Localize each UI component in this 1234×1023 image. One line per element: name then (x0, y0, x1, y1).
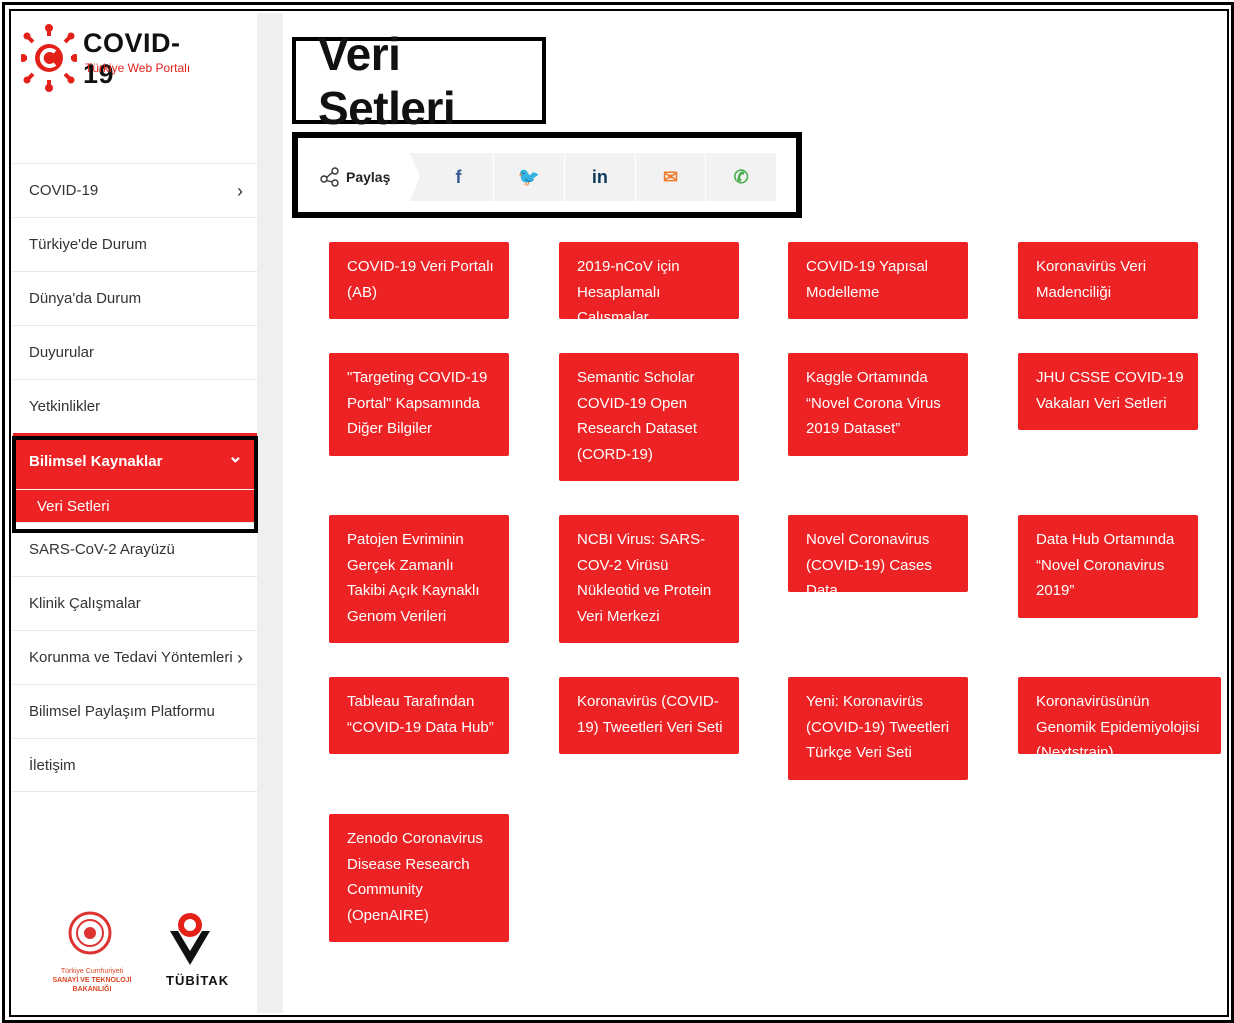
sidebar-item-label: Türkiye'de Durum (29, 236, 147, 253)
whatsapp-icon: ✆ (733, 166, 749, 187)
dataset-card-label: Zenodo Coronavirus Disease Research Comm… (347, 830, 483, 924)
dataset-card-label: Koronavirüs Veri Madenciliği (1036, 258, 1147, 301)
ministry-seal-icon (68, 911, 112, 955)
dataset-card-label: "Targeting COVID-19 Portal" Kapsamında D… (347, 369, 488, 437)
virus-logo-icon (21, 24, 77, 92)
sidebar-item-covid-19[interactable]: COVID-19 › (13, 163, 257, 217)
sidebar-item-turkiye-durum[interactable]: Türkiye'de Durum (13, 217, 257, 271)
dataset-card[interactable]: Novel Coronavirus (COVID-19) Cases Data (788, 515, 968, 599)
dataset-card-label: Novel Coronavirus (COVID-19) Cases Data (806, 531, 932, 599)
sidebar-item-label: Bilimsel Kaynaklar (29, 453, 163, 470)
share-label: Paylaş (306, 153, 421, 201)
dataset-card[interactable]: Koronavirüsünün Genomik Epidemiyolojisi … (1018, 677, 1221, 761)
tubitak-logo-icon (170, 913, 210, 965)
dataset-card-label: Koronavirüs (COVID-19) Tweetleri Veri Se… (577, 693, 723, 736)
dataset-card[interactable]: 2019-nCoV için Hesaplamalı Çalışmalar (559, 242, 739, 326)
dataset-card-label: 2019-nCoV için Hesaplamalı Çalışmalar (577, 258, 680, 326)
facebook-icon: f (455, 166, 462, 187)
dataset-card-label: Data Hub Ortamında “Novel Coronavirus 20… (1036, 531, 1175, 599)
dataset-card-label: COVID-19 Yapısal Modelleme (806, 258, 928, 301)
tubitak-label: TÜBİTAK (166, 973, 230, 988)
twitter-share-button[interactable]: 🐦 (493, 153, 564, 201)
dataset-card-label: COVID-19 Veri Portalı (AB) (347, 258, 494, 301)
whatsapp-share-button[interactable]: ✆ (705, 153, 776, 201)
share-bar: Paylaş f 🐦 in ✉ ✆ (306, 153, 776, 201)
sidebar-item-label: COVID-19 (29, 182, 99, 199)
sidebar-item-label: Klinik Çalışmalar (29, 595, 141, 612)
sidebar-item-sars-cov-2[interactable]: SARS-CoV-2 Arayüzü (13, 522, 257, 576)
twitter-icon: 🐦 (517, 166, 541, 187)
ministry-line1: Türkiye Cumhuriyeti (60, 968, 124, 975)
dataset-card[interactable]: Koronavirüs (COVID-19) Tweetleri Veri Se… (559, 677, 739, 754)
dataset-card[interactable]: "Targeting COVID-19 Portal" Kapsamında D… (329, 353, 509, 456)
email-share-button[interactable]: ✉ (634, 153, 706, 201)
share-icon (320, 167, 339, 187)
sidebar-item-dunya-durum[interactable]: Dünya'da Durum (13, 271, 257, 325)
sidebar-item-label: İletişim (29, 756, 76, 774)
sidebar-item-label: SARS-CoV-2 Arayüzü (29, 541, 175, 558)
site-logo[interactable]: COVID-19 Türkiye Web Portalı (21, 22, 211, 102)
dataset-card-label: Kaggle Ortamında “Novel Corona Virus 201… (806, 369, 941, 437)
sidebar-item-label: Bilimsel Paylaşım Platformu (29, 703, 215, 720)
sidebar-item-duyurular[interactable]: Duyurular (13, 325, 257, 379)
email-icon: ✉ (662, 166, 679, 187)
dataset-card[interactable]: Zenodo Coronavirus Disease Research Comm… (329, 814, 509, 942)
chevron-right-icon: › (237, 648, 243, 668)
sidebar-nav: COVID-19 › Türkiye'de Durum Dünya'da Dur… (13, 163, 257, 792)
dataset-card[interactable]: Patojen Evriminin Gerçek Zamanlı Takibi … (329, 515, 509, 643)
sidebar-item-bilimsel-kaynaklar[interactable]: Bilimsel Kaynaklar ⌄ (13, 433, 257, 489)
sidebar-item-label: Duyurular (29, 344, 95, 361)
logo-title: COVID-19 (83, 28, 181, 89)
dataset-card[interactable]: NCBI Virus: SARS-COV-2 Virüsü Nükleotid … (559, 515, 739, 643)
dataset-card[interactable]: COVID-19 Veri Portalı (AB) (329, 242, 509, 319)
ministry-label: Türkiye Cumhuriyeti SANAYİ VE TEKNOLOJİ … (34, 967, 150, 994)
sidebar-item-label: Veri Setleri (37, 497, 110, 515)
chevron-right-icon: › (237, 181, 243, 201)
sidebar-item-iletisim[interactable]: İletişim (13, 738, 257, 792)
sidebar-item-yetkinlikler[interactable]: Yetkinlikler (13, 379, 257, 433)
share-box: Paylaş f 🐦 in ✉ ✆ (292, 132, 802, 218)
sidebar-item-label: Yetkinlikler (29, 398, 101, 415)
dataset-card-label: JHU CSSE COVID-19 Vakaları Veri Setleri (1036, 369, 1184, 412)
dataset-card[interactable]: Semantic Scholar COVID-19 Open Research … (559, 353, 739, 481)
sidebar-shadow (257, 13, 283, 1013)
dataset-card-label: Tableau Tarafından “COVID-19 Data Hub” (347, 693, 494, 736)
linkedin-icon: in (591, 166, 608, 187)
dataset-card[interactable]: Koronavirüs Veri Madenciliği (1018, 242, 1198, 319)
logo-subtitle: Türkiye Web Portalı (85, 61, 191, 75)
footer-logos: Türkiye Cumhuriyeti SANAYİ VE TEKNOLOJİ … (30, 905, 230, 993)
sidebar-item-klinik-calismalar[interactable]: Klinik Çalışmalar (13, 576, 257, 630)
share-label-text: Paylaş (346, 169, 391, 185)
sidebar-item-korunma-tedavi[interactable]: Korunma ve Tedavi Yöntemleri › (13, 630, 257, 684)
dataset-card[interactable]: Yeni: Koronavirüs (COVID-19) Tweetleri T… (788, 677, 968, 780)
sidebar-item-bilimsel-paylasim[interactable]: Bilimsel Paylaşım Platformu (13, 684, 257, 738)
dataset-card-label: Koronavirüsünün Genomik Epidemiyolojisi … (1036, 693, 1200, 761)
dataset-card[interactable]: JHU CSSE COVID-19 Vakaları Veri Setleri (1018, 353, 1198, 430)
dataset-card-label: NCBI Virus: SARS-COV-2 Virüsü Nükleotid … (577, 531, 712, 625)
dataset-card[interactable]: Kaggle Ortamında “Novel Corona Virus 201… (788, 353, 968, 456)
page-title-box: Veri Setleri (292, 28, 546, 134)
linkedin-share-button[interactable]: in (563, 153, 635, 201)
dataset-card[interactable]: Data Hub Ortamında “Novel Coronavirus 20… (1018, 515, 1198, 618)
page-title: Veri Setleri (318, 27, 456, 134)
sidebar-item-label: Korunma ve Tedavi Yöntemleri (29, 649, 233, 666)
dataset-card-label: Semantic Scholar COVID-19 Open Research … (577, 369, 698, 463)
sidebar-subitem-veri-setleri[interactable]: Veri Setleri (13, 489, 257, 522)
dataset-card-label: Patojen Evriminin Gerçek Zamanlı Takibi … (347, 531, 480, 625)
dataset-card-label: Yeni: Koronavirüs (COVID-19) Tweetleri T… (806, 693, 950, 761)
ministry-line2: SANAYİ VE TEKNOLOJİ BAKANLIĞI (52, 977, 132, 993)
dataset-card[interactable]: Tableau Tarafından “COVID-19 Data Hub” (329, 677, 509, 754)
facebook-share-button[interactable]: f (424, 153, 494, 201)
dataset-card[interactable]: COVID-19 Yapısal Modelleme (788, 242, 968, 319)
sidebar-item-label: Dünya'da Durum (29, 290, 142, 307)
chevron-down-icon: ⌄ (227, 446, 243, 466)
